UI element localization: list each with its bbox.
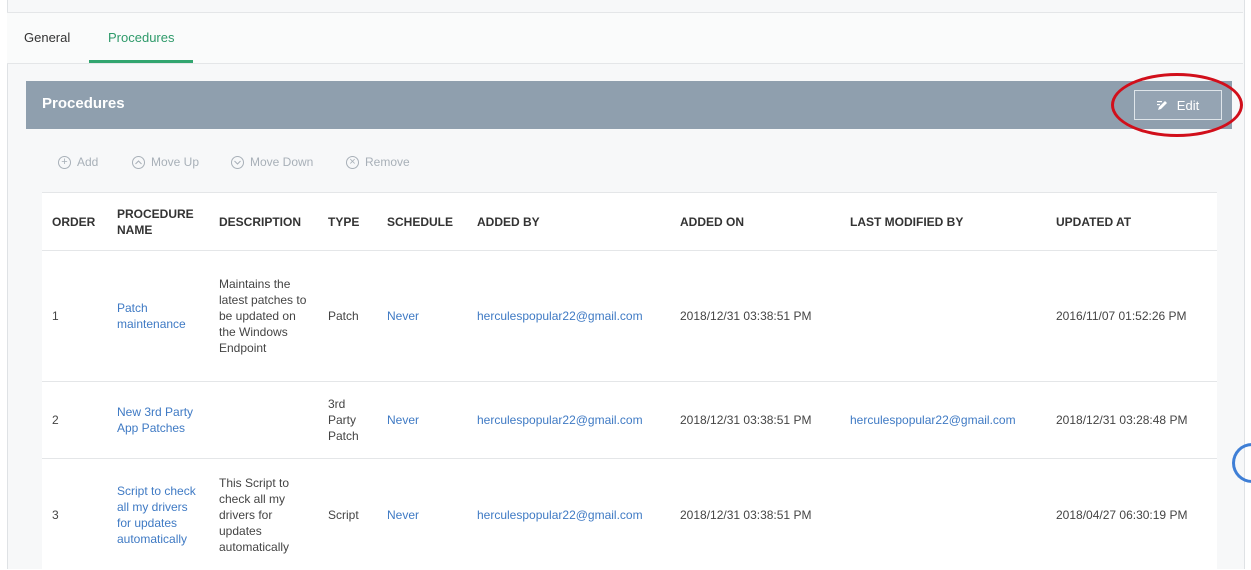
cell-added-on: 2018/12/31 03:38:51 PM — [670, 251, 840, 382]
move-down-label: Move Down — [250, 155, 313, 169]
table-row[interactable]: 2 New 3rd Party App Patches 3rd Party Pa… — [42, 382, 1217, 459]
procedures-toolbar: + Add Move Up Move Down × Remove — [26, 143, 1232, 181]
cell-type: 3rd Party Patch — [318, 382, 377, 459]
col-header-procedure-name[interactable]: PROCEDURE NAME — [107, 193, 209, 251]
cell-type: Patch — [318, 251, 377, 382]
cell-updated-at: 2016/11/07 01:52:26 PM — [1046, 251, 1217, 382]
procedures-panel-header: Procedures Edit — [26, 81, 1232, 129]
cell-procedure-name-link[interactable]: Patch maintenance — [107, 251, 209, 382]
table-header-row: ORDER PROCEDURE NAME DESCRIPTION TYPE SC… — [42, 193, 1217, 251]
highlight-circle — [1111, 73, 1243, 137]
tab-bar: General Procedures — [7, 12, 1243, 64]
cell-added-on: 2018/12/31 03:38:51 PM — [670, 459, 840, 570]
active-tab-indicator — [89, 60, 193, 63]
add-button[interactable]: + Add — [58, 143, 98, 181]
col-header-type[interactable]: TYPE — [318, 193, 377, 251]
cell-type: Script — [318, 459, 377, 570]
cell-schedule-link[interactable]: Never — [377, 251, 467, 382]
cell-added-by-link[interactable]: herculespopular22@gmail.com — [467, 251, 670, 382]
table-row[interactable]: 3 Script to check all my drivers for upd… — [42, 459, 1217, 570]
col-header-description[interactable]: DESCRIPTION — [209, 193, 318, 251]
move-up-label: Move Up — [151, 155, 199, 169]
plus-circle-icon: + — [58, 156, 71, 169]
move-down-button[interactable]: Move Down — [231, 143, 313, 181]
chevron-up-circle-icon — [132, 156, 145, 169]
col-header-added-by[interactable]: ADDED BY — [467, 193, 670, 251]
col-header-schedule[interactable]: SCHEDULE — [377, 193, 467, 251]
cell-procedure-name-link[interactable]: New 3rd Party App Patches — [107, 382, 209, 459]
add-label: Add — [77, 155, 98, 169]
close-circle-icon: × — [346, 156, 359, 169]
panel-title: Procedures — [42, 81, 125, 127]
remove-label: Remove — [365, 155, 410, 169]
cell-updated-at: 2018/12/31 03:28:48 PM — [1046, 382, 1217, 459]
chevron-down-circle-icon — [231, 156, 244, 169]
cell-updated-at: 2018/04/27 06:30:19 PM — [1046, 459, 1217, 570]
cell-description: This Script to check all my drivers for … — [209, 459, 318, 570]
tab-procedures[interactable]: Procedures — [89, 13, 193, 62]
tab-general[interactable]: General — [24, 13, 70, 62]
cell-order: 3 — [42, 459, 107, 570]
cell-schedule-link[interactable]: Never — [377, 382, 467, 459]
cell-added-by-link[interactable]: herculespopular22@gmail.com — [467, 459, 670, 570]
cell-schedule-link[interactable]: Never — [377, 459, 467, 570]
col-header-last-modified-by[interactable]: LAST MODIFIED BY — [840, 193, 1046, 251]
cell-order: 1 — [42, 251, 107, 382]
move-up-button[interactable]: Move Up — [132, 143, 199, 181]
remove-button[interactable]: × Remove — [346, 143, 410, 181]
cell-order: 2 — [42, 382, 107, 459]
col-header-updated-at[interactable]: UPDATED AT — [1046, 193, 1217, 251]
col-header-added-on[interactable]: ADDED ON — [670, 193, 840, 251]
cell-added-on: 2018/12/31 03:38:51 PM — [670, 382, 840, 459]
cell-description: Maintains the latest patches to be updat… — [209, 251, 318, 382]
tab-procedures-label: Procedures — [108, 30, 174, 45]
procedures-table: ORDER PROCEDURE NAME DESCRIPTION TYPE SC… — [42, 192, 1217, 570]
cell-added-by-link[interactable]: herculespopular22@gmail.com — [467, 382, 670, 459]
col-header-order[interactable]: ORDER — [42, 193, 107, 251]
cell-description — [209, 382, 318, 459]
cell-last-modified-by — [840, 251, 1046, 382]
table-row[interactable]: 1 Patch maintenance Maintains the latest… — [42, 251, 1217, 382]
cell-procedure-name-link[interactable]: Script to check all my drivers for updat… — [107, 459, 209, 570]
cell-last-modified-by-link[interactable]: herculespopular22@gmail.com — [840, 382, 1046, 459]
cell-last-modified-by — [840, 459, 1046, 570]
